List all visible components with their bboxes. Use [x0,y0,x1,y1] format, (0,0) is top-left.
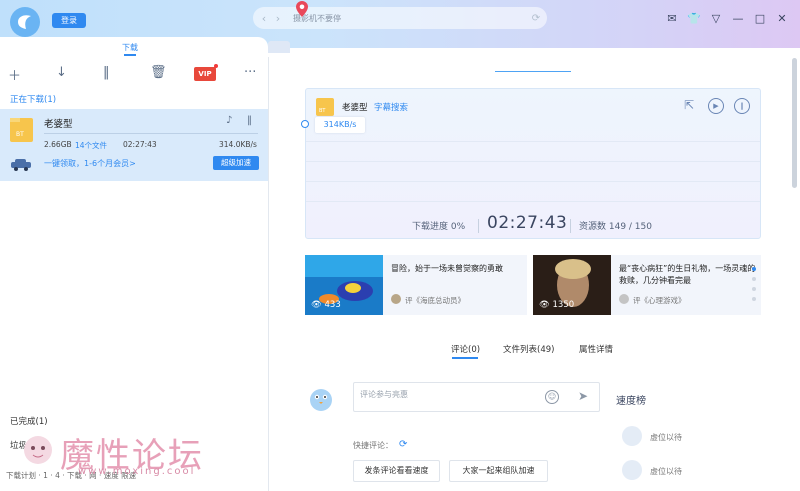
emoji-icon[interactable]: ☺ [545,390,559,404]
grid-line [306,201,760,202]
location-pin-icon [296,1,308,17]
rank-avatar [622,426,642,446]
tab-comments[interactable]: 评论(0) [451,343,480,355]
comment-input[interactable] [360,390,540,399]
menu-icon[interactable]: ▽ [705,10,727,28]
watermark: 魔性论坛 www.moxing.cool [20,428,220,488]
subtitle-search-link[interactable]: 字幕搜索 [374,101,408,113]
card-title: 最“丧心病狂”的生日礼物，一场灵魂的救赎，几分钟看完最 [619,264,756,285]
grid-line [306,161,760,162]
speed-tooltip: 314KB/s [315,117,365,133]
delete-icon[interactable]: 🗑 [150,65,167,80]
scrollbar[interactable] [792,58,797,188]
detail-task-name: 老婆型 [342,103,368,113]
member-promo-link[interactable]: 一键领取，1-6个月会员> [44,158,136,169]
download-toolbar: ＋ ↓ ‖ 🗑 ··· [0,62,268,86]
pause-task-icon[interactable]: ‖ [247,115,252,126]
avatar [391,294,401,304]
progress-label: 下载进度 0% [412,222,466,232]
views-value: 433 [324,300,341,310]
speed-rank-title: 速度榜 [616,396,646,407]
refresh-icon[interactable]: ⟳ [525,13,547,24]
pause-icon[interactable]: ‖ [103,65,110,80]
view-count: 👁 1350 [539,300,574,310]
quick-comment-button[interactable]: 大家一起来组队加速 [449,460,548,482]
rank-entry: 虚位以待 [650,433,682,442]
notification-dot [214,64,218,68]
vip-button[interactable]: VIP [194,67,216,81]
bt-file-icon: BT [316,98,334,116]
task-detail-panel: BT 老婆型 字幕搜索 ⇱ ▶ ‖ 314KB/s 下载进度 0% 02:27:… [301,88,761,239]
refresh-icon[interactable]: ⟳ [399,439,407,450]
pause-circle-icon[interactable]: ‖ [734,98,750,114]
remaining-time-display: 02:27:43 [487,213,568,233]
more-icon[interactable]: ··· [244,65,256,80]
task-speed: 314.0KB/s [219,140,257,149]
file-type-label: BT [319,108,326,114]
rank-entry: 虚位以待 [650,467,682,476]
shirt-icon[interactable]: 👕 [683,10,705,28]
app-logo-icon [10,7,40,37]
panel-divider [268,57,269,491]
completed-section-title[interactable]: 已完成(1) [10,415,48,427]
play-icon[interactable]: ♪ [226,115,232,126]
tab-underline [452,357,478,359]
speed-marker [301,120,309,128]
downloading-section-title[interactable]: 正在下载(1) [10,93,56,105]
card-source: 评《心理游戏》 [633,296,686,305]
mail-icon[interactable]: ✉ [661,10,683,28]
grid-line [306,181,760,182]
carousel-dots[interactable] [752,267,756,307]
login-button[interactable]: 登录 [52,13,86,28]
car-icon [11,159,31,171]
recommend-card[interactable]: 👁 1350 最“丧心病狂”的生日礼物，一场灵魂的救赎，几分钟看完最 评《心理游… [533,255,761,315]
tab-download-label: 下载 [122,43,138,52]
tab-file-list[interactable]: 文件列表(49) [503,343,554,355]
eye-icon: 👁 [539,300,553,310]
task-size: 2.66GB [44,140,72,149]
view-count: 👁 433 [311,300,341,310]
task-progress-bar [44,133,258,134]
search-input[interactable] [293,8,525,28]
avatar [619,294,629,304]
close-icon[interactable]: ✕ [771,10,793,28]
tab-underline [124,54,136,56]
tab-secondary[interactable] [268,41,290,53]
comment-box: ☺ ➤ [353,382,600,412]
divider [570,219,571,233]
card-title: 冒险，始于一场未曾觉察的勇敢 [391,264,503,273]
play-circle-icon[interactable]: ▶ [708,98,724,114]
recommend-card[interactable]: 👁 433 冒险，始于一场未曾觉察的勇敢 评《海底总动员》 [305,255,527,315]
download-task-row[interactable]: BT 老婆型 ♪ ‖ 2.66GB 14个文件 02:27:43 314.0KB… [0,109,268,181]
send-icon[interactable]: ➤ [578,389,588,403]
minimize-icon[interactable]: — [727,10,749,28]
divider [478,219,479,233]
tab-properties[interactable]: 属性详情 [579,343,613,355]
rank-avatar [622,460,642,480]
task-remaining-time: 02:27:43 [123,140,157,149]
add-icon[interactable]: ＋ [8,65,21,84]
eye-icon: 👁 [311,300,325,310]
grid-line [306,141,760,142]
detail-tab-indicator [495,71,571,72]
task-name: 老婆型 [44,119,73,130]
user-avatar-icon [310,389,332,411]
mascot-icon [24,436,52,464]
tab-download[interactable]: 下载 [0,37,268,57]
back-arrow-icon[interactable]: ‹ [257,12,271,25]
watermark-url: www.moxing.cool [78,466,196,477]
file-type-label: BT [16,131,24,138]
share-icon[interactable]: ⇱ [684,98,700,112]
bt-file-icon: BT [10,118,33,142]
quick-comment-button[interactable]: 发条评论看看速度 [353,460,440,482]
task-file-count[interactable]: 14个文件 [75,140,107,151]
quick-comment-label: 快捷评论： [353,441,393,450]
card-source: 评《海底总动员》 [405,296,465,305]
maximize-icon[interactable]: □ [749,10,771,28]
download-icon[interactable]: ↓ [56,65,67,80]
forward-arrow-icon[interactable]: › [271,12,285,25]
super-speedup-button[interactable]: 超级加速 [213,156,259,170]
views-value: 1350 [552,300,575,310]
resource-count: 资源数 149 / 150 [579,222,652,232]
